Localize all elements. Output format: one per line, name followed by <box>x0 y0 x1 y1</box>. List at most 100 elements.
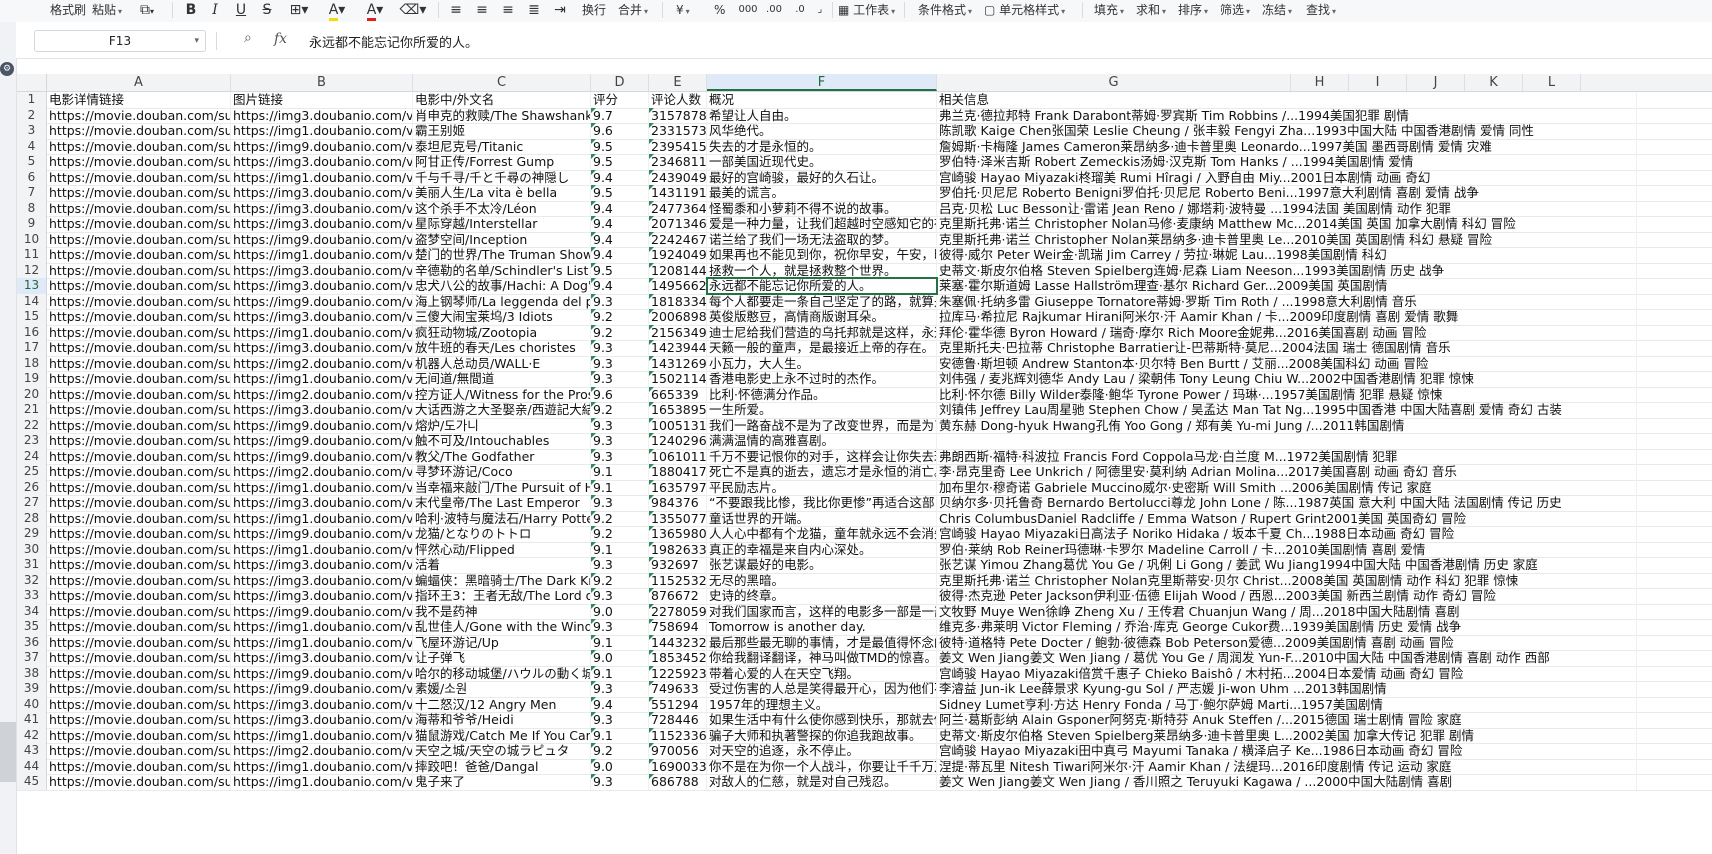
row-header[interactable]: 39 <box>17 681 47 697</box>
cell[interactable]: 千万不要记恨你的对手，这样会让你失去理 <box>707 448 937 464</box>
cell[interactable]: https://img9.doubanio.com/view/pl <box>231 681 413 697</box>
cell[interactable]: 诺兰给了我们一场无法盗取的梦。 <box>707 231 937 247</box>
cell[interactable]: 9.3 <box>591 495 649 511</box>
cell[interactable]: 1957年的理想主义。 <box>707 696 937 712</box>
cell[interactable]: 我不是药神 <box>413 603 591 619</box>
conditional-format-button[interactable]: 条件格式 ▾ <box>918 2 972 18</box>
select-all-corner[interactable] <box>17 74 47 91</box>
cell[interactable]: 克里斯托弗·诺兰 Christopher Nolan莱昂纳多·迪卡普里奥 Le.… <box>937 231 1637 247</box>
align-right-icon[interactable]: ≡ <box>498 0 518 20</box>
row-header[interactable]: 44 <box>17 758 47 774</box>
cell[interactable]: 9.4 <box>591 169 649 185</box>
cell[interactable]: 三傻大闹宝莱坞/3 Idiots <box>413 309 591 325</box>
cell[interactable]: 9.3 <box>591 448 649 464</box>
cell[interactable]: https://movie.douban.com/subj <box>47 479 231 495</box>
cell[interactable]: 1423944 <box>649 340 707 356</box>
cell[interactable]: 指环王3：王者无敌/The Lord of th <box>413 588 591 604</box>
worksheet-button[interactable]: ▦ 工作表 ▾ <box>838 2 895 18</box>
cell[interactable]: 李·昂克里奇 Lee Unkrich / 阿德里安·莫利纳 Adrian Mol… <box>937 464 1637 480</box>
italic-button[interactable]: I <box>206 0 224 20</box>
cell[interactable]: 千与千寻/千と千尋の神隠し <box>413 169 591 185</box>
cell[interactable]: 1502114 <box>649 371 707 387</box>
cell[interactable]: 寻梦环游记/Coco <box>413 464 591 480</box>
cell[interactable]: 2439049 <box>649 169 707 185</box>
cell[interactable]: 带着心爱的人在天空飞翔。 <box>707 665 937 681</box>
cell[interactable]: 1982633 <box>649 541 707 557</box>
cell[interactable]: https://img1.doubanio.com/view/pl <box>231 479 413 495</box>
cell[interactable]: 海上钢琴师/La leggenda del piani <box>413 293 591 309</box>
cell[interactable]: 詹姆斯·卡梅隆 James Cameron莱昂纳多·迪卡普里奥 Leonardo… <box>937 138 1637 154</box>
cell[interactable]: 932697 <box>649 557 707 573</box>
cell[interactable]: 9.5 <box>591 262 649 278</box>
cell[interactable]: 希望让人自由。 <box>707 107 937 123</box>
cell[interactable]: https://movie.douban.com/subj <box>47 278 231 294</box>
cell[interactable]: 你不是在为你一个人战斗，你要让千千万万 <box>707 758 937 774</box>
cell[interactable]: 忠犬八公的故事/Hachi: A Dog's T <box>413 278 591 294</box>
cell[interactable]: https://img2.doubanio.com/view/pl <box>231 743 413 759</box>
cell[interactable]: 吕克·贝松 Luc Besson让·雷诺 Jean Reno / 娜塔莉·波特曼… <box>937 200 1637 216</box>
row-header[interactable]: 32 <box>17 572 47 588</box>
cell[interactable]: 罗伯特·泽米吉斯 Robert Zemeckis汤姆·汉克斯 Tom Hanks… <box>937 154 1637 170</box>
sort-button[interactable]: 排序 ▾ <box>1178 2 1208 18</box>
cell[interactable]: 泰坦尼克号/Titanic <box>413 138 591 154</box>
cell[interactable]: 阿甘正传/Forrest Gump <box>413 154 591 170</box>
cell[interactable]: 2395415 <box>649 138 707 154</box>
cell[interactable]: https://movie.douban.com/subj <box>47 169 231 185</box>
cell[interactable]: 9.5 <box>591 154 649 170</box>
header-cell[interactable]: 电影中/外文名 <box>413 92 591 108</box>
cell[interactable]: 9.1 <box>591 634 649 650</box>
cell[interactable]: 末代皇帝/The Last Emperor <box>413 495 591 511</box>
cell[interactable]: 1152532 <box>649 572 707 588</box>
cell[interactable]: 2006898 <box>649 309 707 325</box>
cell[interactable]: 如果再也不能见到你，祝你早安，午安，晚 <box>707 247 937 263</box>
cell[interactable]: https://movie.douban.com/subj <box>47 774 231 790</box>
cell[interactable]: 9.0 <box>591 758 649 774</box>
cell[interactable]: https://movie.douban.com/subj <box>47 588 231 604</box>
row-header[interactable]: 11 <box>17 247 47 263</box>
cell[interactable]: 史蒂文·斯皮尔伯格 Steven Spielberg连姆·尼森 Liam Nee… <box>937 262 1637 278</box>
cell[interactable]: https://img1.doubanio.com/view/pl <box>231 324 413 340</box>
row-header[interactable]: 38 <box>17 665 47 681</box>
cell[interactable]: 哈尔的移动城堡/ハウルの動く城 <box>413 665 591 681</box>
column-header-e[interactable]: E <box>649 74 707 91</box>
cell[interactable]: https://movie.douban.com/subj <box>47 386 231 402</box>
cell[interactable]: 2156349 <box>649 324 707 340</box>
cell[interactable]: 大话西游之大圣娶亲/西遊記大結局 <box>413 402 591 418</box>
fill-color-icon[interactable]: A▾ <box>322 0 352 21</box>
cell[interactable]: 香港电影史上永不过时的杰作。 <box>707 371 937 387</box>
column-header-k[interactable]: K <box>1465 74 1523 91</box>
cell[interactable]: 楚门的世界/The Truman Show <box>413 247 591 263</box>
gear-icon[interactable]: ⚙ <box>0 62 14 76</box>
cell[interactable]: 1061011 <box>649 448 707 464</box>
cell[interactable]: 拜伦·霍华德 Byron Howard / 瑞奇·摩尔 Rich Moore金妮… <box>937 324 1637 340</box>
cell[interactable]: 莱塞·霍尔斯道姆 Lasse Hallström理查·基尔 Richard Ge… <box>937 278 1637 294</box>
paste-button[interactable]: 粘贴 ▾ <box>92 2 122 18</box>
cell[interactable]: 1635797 <box>649 479 707 495</box>
align-center-icon[interactable]: ≡ <box>472 0 492 20</box>
cell[interactable]: 鬼子来了 <box>413 774 591 790</box>
row-header[interactable]: 45 <box>17 774 47 790</box>
cell[interactable]: 1853452 <box>649 650 707 666</box>
align-left-icon[interactable]: ≡ <box>446 0 466 20</box>
row-header[interactable]: 18 <box>17 355 47 371</box>
row-header[interactable]: 23 <box>17 433 47 449</box>
cell[interactable]: 9.3 <box>591 588 649 604</box>
cell[interactable]: https://movie.douban.com/subj <box>47 402 231 418</box>
cell[interactable]: 1355077 <box>649 510 707 526</box>
row-header[interactable]: 30 <box>17 541 47 557</box>
cell[interactable]: https://movie.douban.com/subj <box>47 681 231 697</box>
cell[interactable]: https://img3.doubanio.com/view/pl <box>231 588 413 604</box>
cell[interactable]: https://movie.douban.com/subj <box>47 464 231 480</box>
cell[interactable]: 朱塞佩·托纳多雷 Giuseppe Tornatore蒂姆·罗斯 Tim Rot… <box>937 293 1637 309</box>
cell[interactable]: 一生所爱。 <box>707 402 937 418</box>
find-button[interactable]: 查找 ▾ <box>1306 2 1336 18</box>
row-header[interactable]: 2 <box>17 107 47 123</box>
cell[interactable]: 刘镇伟 Jeffrey Lau周星驰 Stephen Chow / 吴孟达 Ma… <box>937 402 1637 418</box>
cell[interactable]: 9.3 <box>591 371 649 387</box>
cell[interactable]: 彼得·杰克逊 Peter Jackson伊利亚·伍德 Elijah Wood /… <box>937 588 1637 604</box>
cell[interactable]: 9.4 <box>591 247 649 263</box>
cell[interactable]: 霸王别姬 <box>413 123 591 139</box>
cell[interactable]: 9.0 <box>591 603 649 619</box>
cell[interactable]: “不要跟我比惨，我比你更惨”再适合这部电 <box>707 495 937 511</box>
cell[interactable]: 张艺谋 Yimou Zhang葛优 You Ge / 巩俐 Li Gong / … <box>937 557 1637 573</box>
